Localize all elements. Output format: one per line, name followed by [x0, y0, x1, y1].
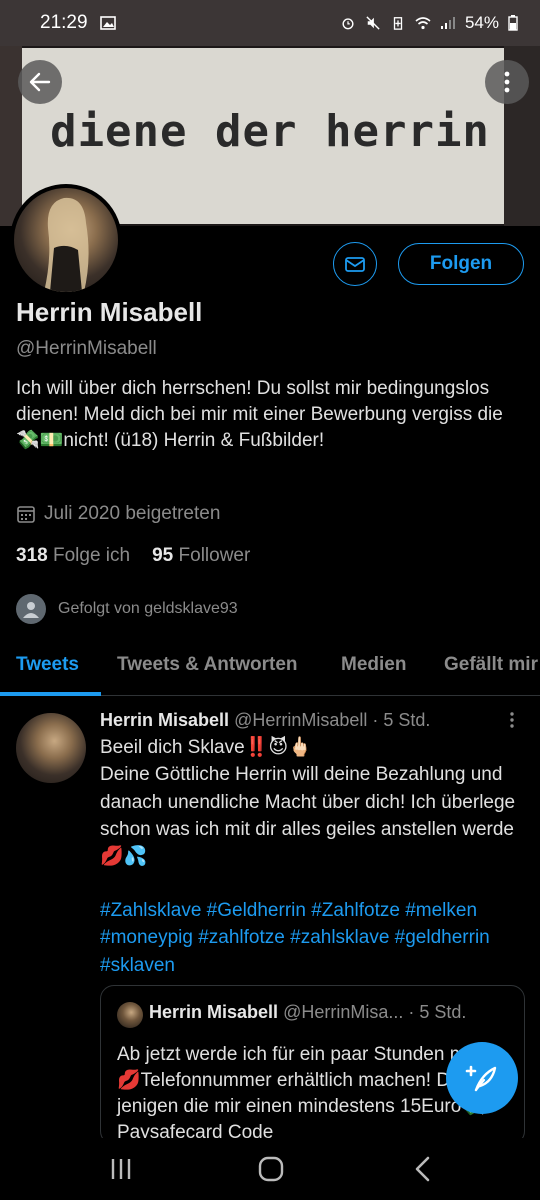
tweet-hashtags[interactable]: #Zahlsklave #Geldherrin #Zahlfotze #melk…	[100, 897, 530, 979]
followed-by-text: Gefolgt von geldsklave93	[58, 600, 238, 617]
tab-likes[interactable]: Gefällt mir	[444, 654, 538, 676]
tweet-line-1: Beeil dich Sklave‼️😈🖕🏻	[100, 737, 312, 758]
wifi-icon	[415, 17, 431, 30]
profile-avatar[interactable]	[10, 184, 122, 296]
banner-text: diene der herrin	[50, 106, 490, 157]
active-tab-indicator	[0, 692, 101, 696]
more-options-button[interactable]	[485, 60, 529, 104]
followed-by[interactable]: Gefolgt von geldsklave93	[16, 594, 238, 624]
recent-apps-icon[interactable]	[106, 1156, 136, 1182]
tweet-author-name[interactable]: Herrin Misabell	[100, 710, 229, 730]
status-time: 21:29	[40, 12, 88, 33]
following-count: 318	[16, 545, 48, 566]
followers-label: Follower	[178, 545, 251, 566]
battery-saver-icon	[393, 17, 403, 30]
tweet-avatar[interactable]	[16, 713, 86, 783]
battery-icon	[508, 15, 518, 31]
tab-tweets[interactable]: Tweets	[16, 654, 79, 676]
quoted-tweet-meta: @HerrinMisa... · 5 Std.	[283, 1002, 467, 1022]
signal-icon	[440, 17, 455, 29]
following-link[interactable]: 318 Folge ich	[16, 545, 130, 567]
vertical-dots-icon	[504, 71, 510, 93]
avatar-image	[44, 197, 89, 292]
tweet-meta: @HerrinMisabell · 5 Std.	[234, 710, 431, 730]
followers-count: 95	[152, 545, 174, 566]
follow-counts: 318 Folge ich 95 Follower	[16, 545, 250, 567]
tab-tweets-replies[interactable]: Tweets & Antworten	[117, 654, 298, 676]
home-icon[interactable]	[256, 1156, 286, 1182]
default-avatar-icon	[16, 594, 46, 624]
feather-plus-icon	[465, 1065, 497, 1092]
profile-tabs: Tweets Tweets & Antworten Medien Gefällt…	[0, 640, 540, 696]
battery-percentage: 54%	[464, 13, 499, 32]
quoted-tweet-author: Herrin Misabell	[149, 1002, 279, 1022]
joined-date: Juli 2020 beigetreten	[16, 503, 220, 525]
calendar-icon	[17, 506, 35, 523]
back-button[interactable]	[18, 60, 62, 104]
tweet-more-icon[interactable]	[505, 710, 519, 730]
envelope-icon	[345, 257, 365, 272]
tweet-line-2: Deine Göttliche Herrin will deine Bezahl…	[100, 764, 516, 868]
joined-text: Juli 2020 beigetreten	[44, 503, 221, 524]
following-label: Folge ich	[52, 545, 131, 566]
compose-tweet-button[interactable]	[446, 1042, 518, 1114]
system-navigation-bar	[0, 1138, 540, 1200]
status-bar: 21:29 54%	[0, 0, 540, 46]
tweet-header: Herrin Misabell @HerrinMisabell · 5 Std.	[100, 710, 430, 731]
profile-handle: @HerrinMisabell	[16, 338, 157, 359]
profile-bio: Ich will über dich herrschen! Du sollst …	[16, 378, 503, 451]
tweet-text: Beeil dich Sklave‼️😈🖕🏻 Deine Göttliche H…	[100, 734, 525, 870]
alarm-icon	[342, 18, 354, 30]
tab-media[interactable]: Medien	[341, 654, 406, 676]
message-button[interactable]	[333, 242, 377, 286]
quoted-tweet-avatar	[117, 1002, 143, 1028]
arrow-left-icon	[29, 72, 51, 92]
back-nav-icon[interactable]	[408, 1156, 438, 1182]
mute-icon	[366, 16, 380, 30]
gallery-icon	[99, 16, 116, 30]
follow-button[interactable]: Folgen	[398, 243, 524, 285]
profile-name: Herrin Misabell	[16, 297, 203, 327]
quoted-tweet-header: Herrin Misabell @HerrinMisa... · 5 Std.	[149, 1002, 466, 1023]
followers-link[interactable]: 95 Follower	[152, 545, 250, 567]
